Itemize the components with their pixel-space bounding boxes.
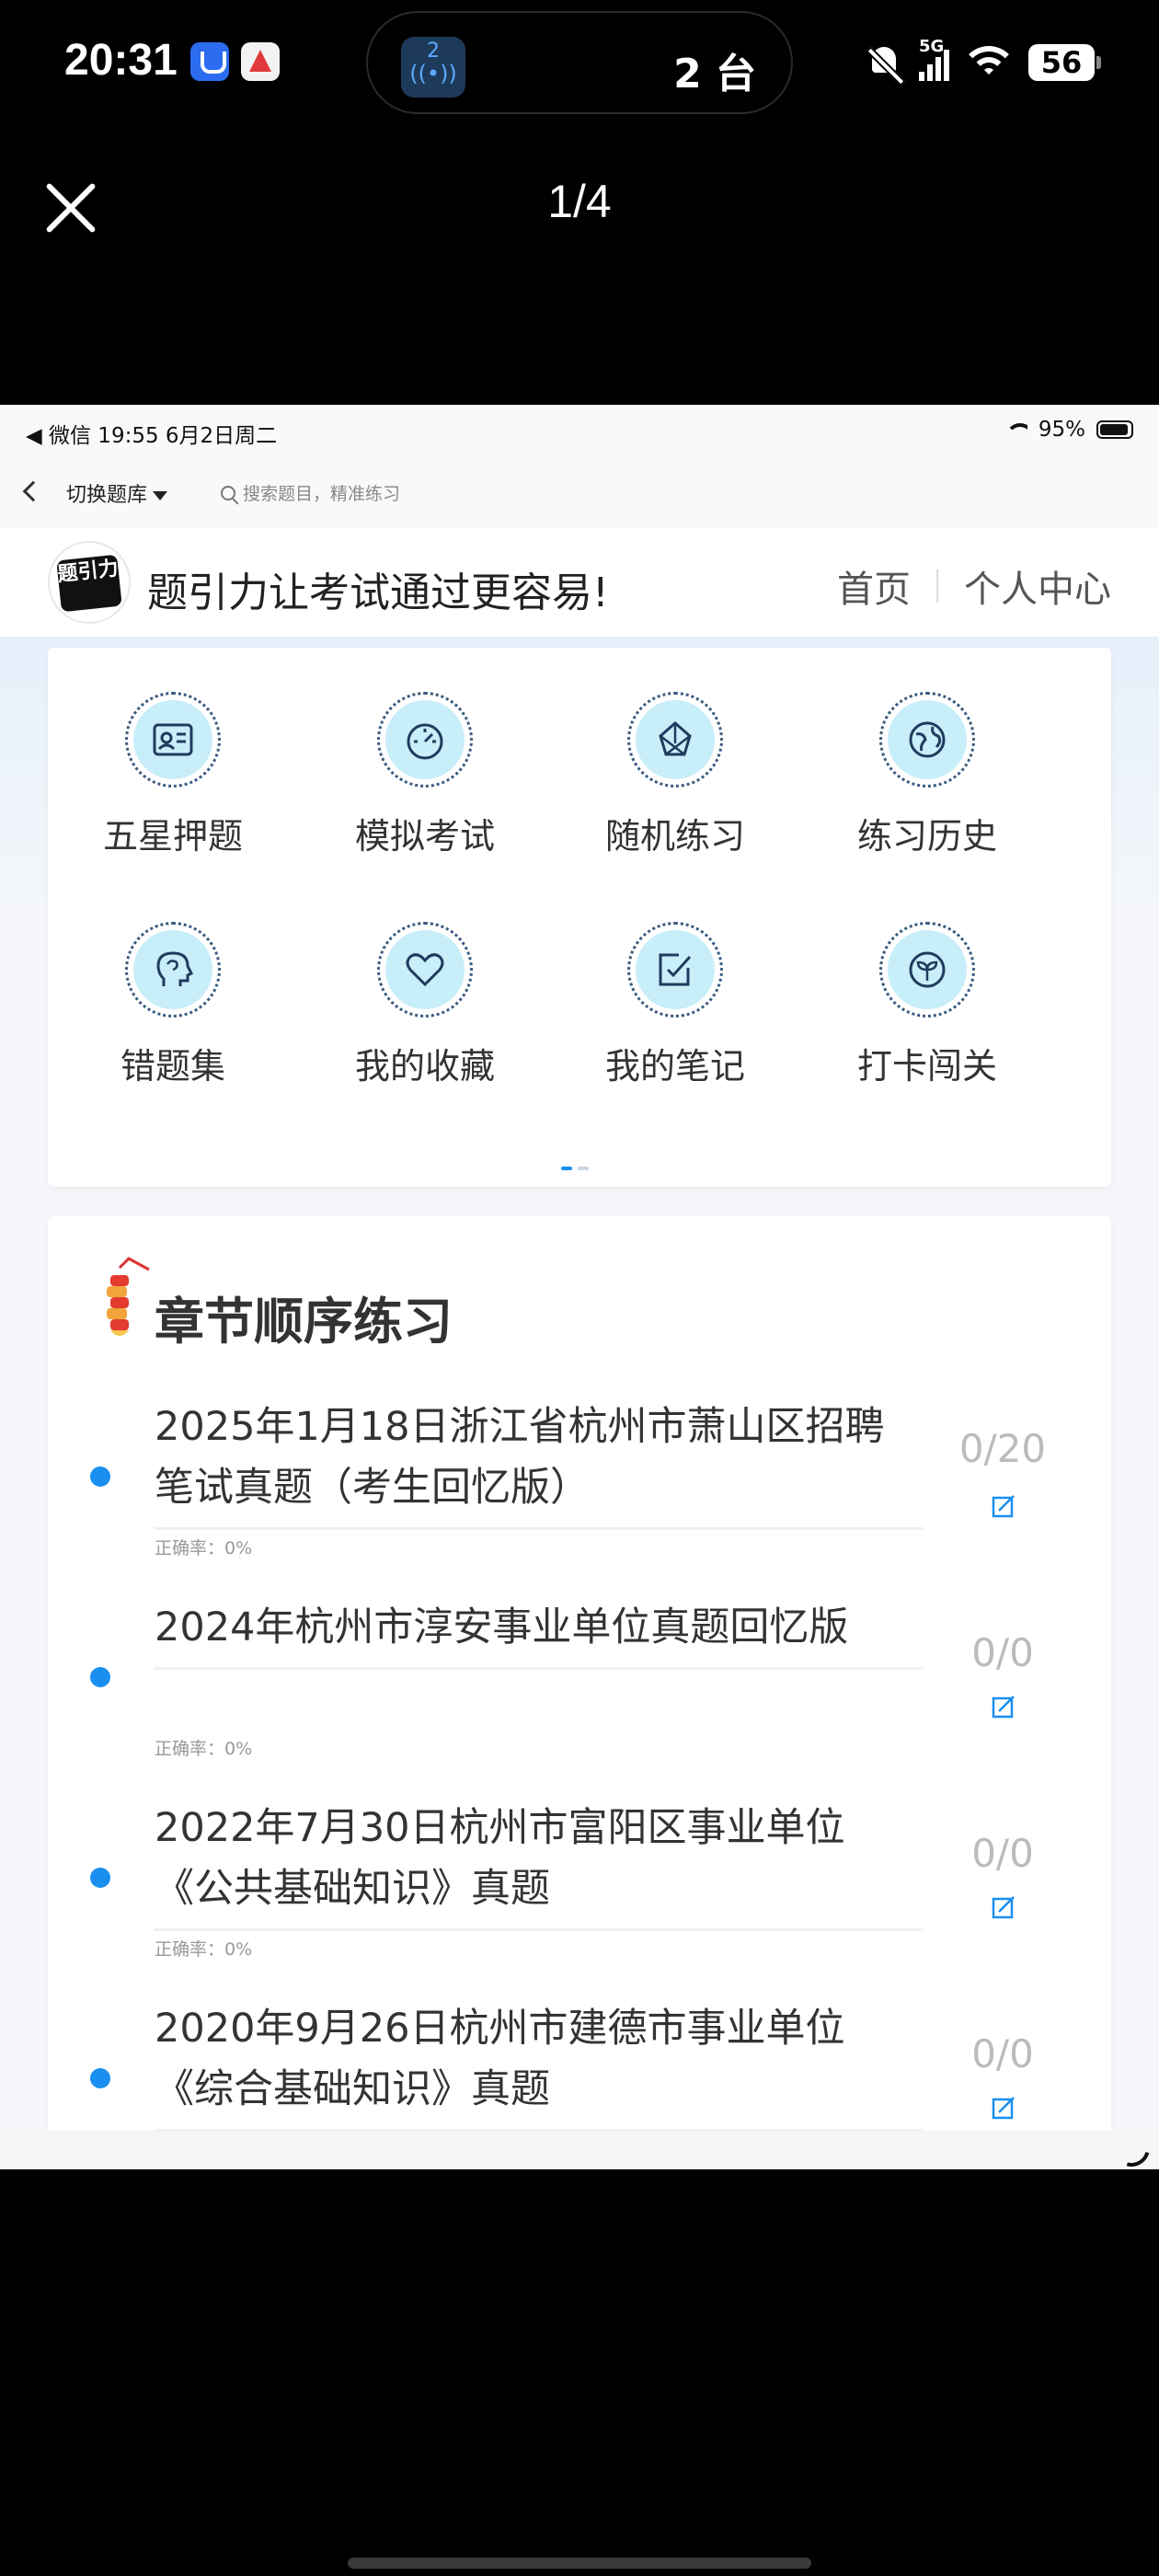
feature-checkin[interactable]: 打卡闯关 bbox=[817, 922, 1038, 1088]
wifi-icon bbox=[966, 44, 1012, 81]
notification-app-icon-2 bbox=[241, 42, 280, 81]
globe-icon bbox=[909, 721, 946, 758]
nav-divider bbox=[936, 569, 938, 603]
item-accuracy: 正确率：0% bbox=[155, 1739, 253, 1759]
feature-label: 打卡闯关 bbox=[856, 1046, 997, 1087]
edit-icon[interactable] bbox=[977, 2094, 1028, 2122]
search-placeholder: 搜索题目，精准练习 bbox=[243, 484, 401, 504]
item-progress: 0/0 bbox=[971, 1831, 1034, 1876]
nav-profile-link[interactable]: 个人中心 bbox=[964, 559, 1111, 613]
feature-notes[interactable]: 我的笔记 bbox=[565, 922, 786, 1088]
note-check-icon bbox=[659, 953, 692, 986]
bell-off-icon bbox=[866, 43, 902, 82]
feature-label: 错题集 bbox=[120, 1046, 225, 1087]
feature-label: 我的笔记 bbox=[604, 1046, 745, 1087]
carousel-dot-active[interactable] bbox=[561, 1167, 572, 1170]
brand-slogan: 题引力让考试通过更容易! bbox=[147, 569, 609, 616]
bullet-dot bbox=[90, 2068, 110, 2088]
chapter-practice-card: 章节顺序练习 2025年1月18日浙江省杭州市萧山区招聘笔试真题（考生回忆版） … bbox=[48, 1216, 1111, 2169]
item-progress: 0/0 bbox=[971, 2031, 1034, 2076]
image-preview[interactable]: ◀ 微信 19:55 6月2日周二 95% 切换题库 搜索题目，精准练习 题引力… bbox=[0, 405, 1159, 2169]
item-title[interactable]: 2024年杭州市淳安事业单位真题回忆版 bbox=[155, 1597, 924, 1670]
edit-icon[interactable] bbox=[977, 1492, 1028, 1520]
search-input[interactable]: 搜索题目，精准练习 bbox=[221, 480, 400, 505]
feature-grid: 五星押题 模拟考试 随机练习 练习历史 错题集 我的收藏 我的笔记 打卡闯关 bbox=[48, 648, 1111, 1187]
feature-history[interactable]: 练习历史 bbox=[817, 692, 1038, 858]
island-count: 2 bbox=[427, 40, 440, 63]
inner-battery-icon bbox=[1096, 420, 1133, 439]
speedometer-icon bbox=[407, 723, 443, 760]
top-nav-links: 首页 个人中心 bbox=[837, 559, 1111, 613]
cellular-signal-icon: 5G bbox=[919, 37, 949, 81]
top-navbar: 切换题库 搜索题目，精准练习 bbox=[0, 458, 1159, 528]
search-icon bbox=[221, 485, 235, 500]
feature-random-practice[interactable]: 随机练习 bbox=[565, 692, 786, 858]
bullet-dot bbox=[90, 1466, 110, 1487]
broadcast-icon: 2 ((•)) bbox=[401, 37, 465, 98]
inner-wifi-icon bbox=[1004, 421, 1027, 438]
section-title: 章节顺序练习 bbox=[155, 1293, 453, 1351]
feature-label: 模拟考试 bbox=[354, 816, 495, 857]
switch-bank-button[interactable]: 切换题库 bbox=[66, 478, 168, 508]
edit-icon[interactable] bbox=[977, 1693, 1028, 1720]
inner-battery-percent: 95% bbox=[1038, 418, 1085, 442]
inner-status-bar: ◀ 微信 19:55 6月2日周二 95% bbox=[0, 405, 1159, 458]
inner-status-left: ◀ 微信 19:55 6月2日周二 bbox=[26, 424, 278, 448]
bullet-dot bbox=[90, 1667, 110, 1687]
carousel-dots[interactable] bbox=[561, 1167, 589, 1170]
item-accuracy: 正确率：0% bbox=[155, 1538, 253, 1558]
feature-wrong-questions[interactable]: 错题集 bbox=[63, 922, 283, 1088]
id-card-icon bbox=[153, 723, 193, 756]
item-progress: 0/0 bbox=[971, 1630, 1034, 1675]
bottom-strip bbox=[0, 2131, 1159, 2169]
firecracker-icon bbox=[107, 1257, 150, 1336]
carousel-dot[interactable] bbox=[578, 1167, 589, 1170]
bullet-dot bbox=[90, 1868, 110, 1888]
os-status-icons: 5G 56 bbox=[866, 37, 1101, 88]
logo-text: 题引力 bbox=[56, 554, 122, 613]
switch-bank-label: 切换题库 bbox=[66, 484, 148, 507]
feature-favorites[interactable]: 我的收藏 bbox=[315, 922, 535, 1088]
nav-home-link[interactable]: 首页 bbox=[837, 559, 911, 613]
item-title[interactable]: 2025年1月18日浙江省杭州市萧山区招聘笔试真题（考生回忆版） bbox=[155, 1397, 924, 1530]
back-icon[interactable] bbox=[22, 480, 44, 502]
network-type: 5G bbox=[919, 37, 945, 56]
app-logo[interactable]: 题引力 bbox=[48, 541, 131, 624]
feature-label: 我的收藏 bbox=[354, 1046, 495, 1087]
battery-icon: 56 bbox=[1028, 44, 1101, 81]
item-title[interactable]: 2020年9月26日杭州市建德市事业单位《综合基础知识》真题 bbox=[155, 1998, 924, 2132]
page-indicator: 1/4 bbox=[547, 176, 612, 227]
item-progress: 0/20 bbox=[958, 1426, 1047, 1471]
sprout-icon bbox=[909, 951, 946, 988]
edit-icon[interactable] bbox=[977, 1893, 1028, 1921]
item-accuracy: 正确率：0% bbox=[155, 1939, 253, 1960]
list-item[interactable]: 2024年杭州市淳安事业单位真题回忆版 正确率：0% 0/0 bbox=[48, 1597, 1111, 1798]
island-text: 2 台 bbox=[673, 51, 756, 98]
list-item[interactable]: 2022年7月30日杭州市富阳区事业单位《公共基础知识》真题 正确率：0% 0/… bbox=[48, 1798, 1111, 1998]
os-status-bar: 20:31 2 ((•)) 2 台 5G 56 bbox=[0, 0, 1159, 129]
caret-down-icon bbox=[153, 491, 168, 500]
heart-icon bbox=[406, 953, 444, 987]
os-clock: 20:31 bbox=[64, 36, 178, 85]
brand-header: 题引力 题引力让考试通过更容易! 首页 个人中心 bbox=[0, 528, 1159, 637]
feature-label: 五星押题 bbox=[102, 816, 243, 857]
notification-app-icon bbox=[190, 42, 229, 81]
feature-label: 练习历史 bbox=[856, 816, 997, 857]
item-title[interactable]: 2022年7月30日杭州市富阳区事业单位《公共基础知识》真题 bbox=[155, 1798, 924, 1931]
dynamic-island[interactable]: 2 ((•)) 2 台 bbox=[366, 11, 793, 114]
shuffle-icon bbox=[659, 721, 692, 756]
feature-label: 随机练习 bbox=[604, 816, 745, 857]
list-item[interactable]: 2025年1月18日浙江省杭州市萧山区招聘笔试真题（考生回忆版） 正确率：0% … bbox=[48, 1397, 1111, 1597]
feature-mock-exam[interactable]: 模拟考试 bbox=[315, 692, 535, 858]
head-icon bbox=[156, 951, 194, 986]
feature-five-star[interactable]: 五星押题 bbox=[63, 692, 283, 858]
home-indicator[interactable] bbox=[348, 2558, 811, 2569]
